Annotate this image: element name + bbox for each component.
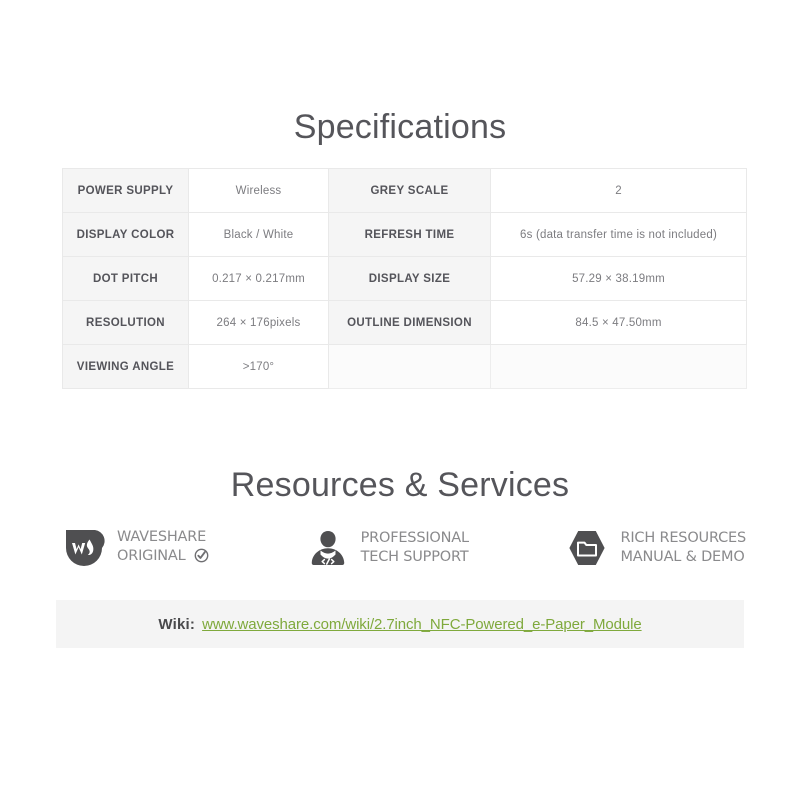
service-line-1: PROFESSIONAL bbox=[360, 530, 469, 546]
spec-value-cell: 0.217 × 0.217mm bbox=[188, 256, 329, 301]
spec-label-cell: GREY SCALE bbox=[328, 168, 491, 213]
table-row: VIEWING ANGLE >170° bbox=[62, 344, 747, 389]
service-line-1: RICH RESOURCES bbox=[620, 530, 746, 546]
spec-label-cell: DISPLAY SIZE bbox=[328, 256, 491, 301]
service-item-waveshare-original: WAVESHARE ORIGINAL bbox=[62, 526, 209, 570]
service-label-rich-resources: RICH RESOURCES MANUAL & DEMO bbox=[620, 529, 746, 567]
spec-label-cell: DISPLAY COLOR bbox=[62, 212, 189, 257]
service-line-2: MANUAL & DEMO bbox=[620, 549, 745, 565]
service-item-tech-support: PROFESSIONAL TECH SUPPORT bbox=[306, 526, 469, 570]
service-line-1: WAVESHARE bbox=[117, 528, 207, 545]
spec-value-cell: >170° bbox=[188, 344, 329, 389]
wiki-label: Wiki: bbox=[158, 615, 196, 633]
specifications-table: POWER SUPPLY Wireless GREY SCALE 2 DISPL… bbox=[62, 168, 747, 389]
waveshare-logo-icon bbox=[62, 526, 106, 570]
folder-hexagon-icon bbox=[565, 526, 609, 570]
product-spec-page: Specifications POWER SUPPLY Wireless GRE… bbox=[0, 0, 800, 800]
table-row: POWER SUPPLY Wireless GREY SCALE 2 bbox=[62, 168, 747, 213]
service-label-tech-support: PROFESSIONAL TECH SUPPORT bbox=[361, 529, 469, 567]
spec-label-cell: VIEWING ANGLE bbox=[62, 344, 189, 389]
tech-support-person-icon bbox=[306, 526, 350, 570]
table-row: RESOLUTION 264 × 176pixels OUTLINE DIMEN… bbox=[62, 300, 747, 345]
spec-value-cell: 6s (data transfer time is not included) bbox=[490, 212, 747, 257]
service-line-2: ORIGINAL bbox=[117, 547, 186, 564]
wiki-url-link[interactable]: www.waveshare.com/wiki/2.7inch_NFC-Power… bbox=[202, 616, 642, 633]
wiki-bar: Wiki: www.waveshare.com/wiki/2.7inch_NFC… bbox=[56, 600, 744, 648]
service-label-waveshare: WAVESHARE ORIGINAL bbox=[117, 528, 209, 569]
service-item-rich-resources: RICH RESOURCES MANUAL & DEMO bbox=[565, 526, 746, 570]
service-line-2-wrap: ORIGINAL bbox=[117, 547, 209, 569]
service-line-2: TECH SUPPORT bbox=[360, 549, 469, 565]
spec-value-cell: 264 × 176pixels bbox=[188, 300, 329, 345]
specifications-table-body: POWER SUPPLY Wireless GREY SCALE 2 DISPL… bbox=[62, 168, 747, 389]
spec-value-cell: 57.29 × 38.19mm bbox=[490, 256, 747, 301]
spec-label-cell: RESOLUTION bbox=[62, 300, 189, 345]
table-row: DOT PITCH 0.217 × 0.217mm DISPLAY SIZE 5… bbox=[62, 256, 747, 301]
spec-value-cell: 84.5 × 47.50mm bbox=[490, 300, 747, 345]
page-title-specifications: Specifications bbox=[293, 108, 507, 146]
services-list: WAVESHARE ORIGINAL PROFESSIONAL TECH SUP… bbox=[62, 526, 746, 570]
spec-label-cell: OUTLINE DIMENSION bbox=[328, 300, 491, 345]
table-row: DISPLAY COLOR Black / White REFRESH TIME… bbox=[62, 212, 747, 257]
spec-label-cell: POWER SUPPLY bbox=[62, 168, 189, 213]
spec-value-cell: 2 bbox=[490, 168, 747, 213]
spec-label-cell: REFRESH TIME bbox=[328, 212, 491, 257]
page-title-resources: Resources & Services bbox=[230, 466, 570, 504]
verified-check-icon bbox=[194, 548, 209, 569]
spec-value-cell: Black / White bbox=[188, 212, 329, 257]
spec-value-cell-empty bbox=[490, 344, 747, 389]
spec-label-cell-empty bbox=[328, 344, 491, 389]
spec-value-cell: Wireless bbox=[188, 168, 329, 213]
spec-label-cell: DOT PITCH bbox=[62, 256, 189, 301]
